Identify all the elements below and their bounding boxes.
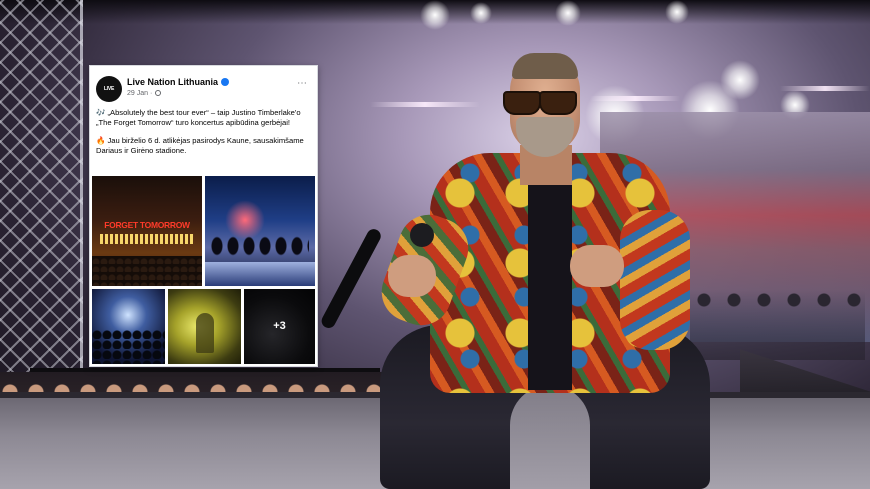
post-paragraph: 🔥 Jau birželio 6 d. atlikėjas pasirodys K… (96, 136, 308, 156)
photo-1-stage (100, 234, 194, 244)
more-options-icon[interactable]: ⋯ (297, 78, 308, 89)
stage-light (470, 2, 492, 24)
post-paragraph-text: „Absolutely the best tour ever“ – taip J… (96, 108, 301, 127)
social-post-card[interactable]: LIVE NATION Live Nation Lithuania 29 Jan… (89, 65, 318, 367)
performer (319, 53, 710, 489)
post-date-text[interactable]: 29 Jan · (127, 90, 152, 97)
photo-5[interactable]: +3 (244, 289, 315, 364)
performer-shirt (528, 180, 572, 390)
stage-light (420, 0, 450, 30)
performer-right-arm (620, 210, 690, 350)
stage-truss (0, 0, 83, 400)
sunglasses-lens (539, 91, 577, 115)
performer-left-hand (388, 255, 436, 297)
performer-hair (512, 53, 578, 79)
fire-icon: 🔥 (96, 136, 106, 145)
more-photos-count[interactable]: +3 (244, 289, 315, 364)
post-header: LIVE NATION Live Nation Lithuania 29 Jan… (96, 74, 310, 118)
sunglasses-icon (497, 91, 577, 115)
post-date[interactable]: 29 Jan · (127, 90, 162, 97)
post-text: 🎶 „Absolutely the best tour ever“ – taip … (96, 108, 308, 164)
photo-1-crowd (92, 256, 202, 286)
light-beam (780, 86, 870, 91)
band-members (690, 290, 865, 360)
photo-3-crowd (92, 329, 165, 364)
photo-2-dancers (211, 230, 309, 262)
photo-2[interactable] (205, 176, 315, 286)
globe-icon (155, 90, 162, 96)
concert-photo: LIVE NATION Live Nation Lithuania 29 Jan… (0, 0, 870, 489)
photo-1-stage-text: FORGET TOMORROW (104, 220, 190, 230)
photo-1[interactable]: FORGET TOMORROW (92, 176, 202, 286)
microphone-head (410, 223, 434, 247)
performer-right-hand (570, 245, 624, 287)
page-name[interactable]: Live Nation Lithuania (127, 77, 230, 87)
photo-4[interactable] (168, 289, 241, 364)
photo-2-stage (205, 262, 315, 286)
photo-4-silhouette (196, 313, 214, 353)
sunglasses-lens (503, 91, 541, 115)
page-avatar[interactable]: LIVE NATION (96, 76, 122, 118)
verified-icon (221, 78, 230, 86)
page-name-text[interactable]: Live Nation Lithuania (127, 77, 218, 87)
music-notes-icon: 🎶 (96, 108, 106, 117)
stage-light (555, 0, 581, 26)
photo-3[interactable] (92, 289, 165, 364)
post-paragraph: 🎶 „Absolutely the best tour ever“ – taip … (96, 108, 308, 128)
floor-between-legs (510, 385, 590, 489)
microphone-icon (319, 226, 384, 331)
post-paragraph-text: Jau birželio 6 d. atlikėjas pasirodys Ka… (96, 136, 304, 155)
stage-light (665, 0, 689, 24)
photo-grid: FORGET TOMORROW +3 (92, 176, 315, 364)
